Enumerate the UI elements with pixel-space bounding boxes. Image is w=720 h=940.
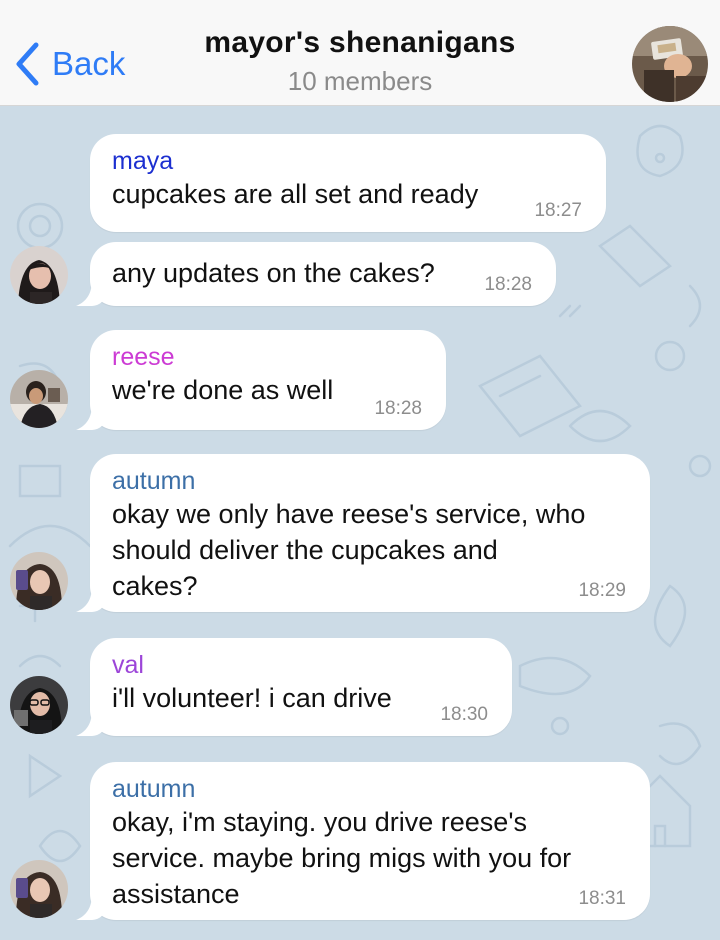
message-sender[interactable]: maya [112,146,580,176]
member-count: 10 members [287,66,433,96]
message-bubble[interactable]: reese we're done as well 18:28 [90,330,446,430]
group-avatar[interactable] [632,26,708,102]
message-sender[interactable]: autumn [112,774,624,804]
message-text: i'll volunteer! i can drive [112,683,392,713]
back-button[interactable]: Back [14,38,125,90]
chat-title: mayor's shenanigans [204,26,516,59]
message-text: any updates on the cakes? [112,258,435,288]
message-text: okay we only have reese's service, who s… [112,499,586,601]
message-bubble[interactable]: autumn okay we only have reese's service… [90,454,650,612]
nav-bar: Back mayor's shenanigans 10 members [0,0,720,106]
reese-avatar[interactable] [10,370,68,428]
message-time: 18:29 [578,580,626,601]
val-avatar[interactable] [10,676,68,734]
message-bubble[interactable]: maya cupcakes are all set and ready 18:2… [90,134,606,232]
autumn-avatar[interactable] [10,552,68,610]
message-time: 18:30 [440,704,488,725]
message-sender[interactable]: autumn [112,466,624,496]
message-bubble[interactable]: autumn okay, i'm staying. you drive rees… [90,762,650,920]
maya-avatar[interactable] [10,246,68,304]
chat-title-area[interactable]: mayor's shenanigans 10 members [140,24,580,98]
message-sender[interactable]: val [112,650,486,680]
message-text: okay, i'm staying. you drive reese's ser… [112,807,572,909]
back-label: Back [52,45,126,82]
message-sender[interactable]: reese [112,342,420,372]
message-text: cupcakes are all set and ready [112,179,479,209]
chevron-left-icon [16,42,39,86]
message-time: 18:28 [484,274,532,295]
message-time: 18:28 [374,398,422,419]
chat-area[interactable]: maya cupcakes are all set and ready 18:2… [0,106,720,940]
message-time: 18:27 [534,200,582,221]
message-bubble[interactable]: any updates on the cakes? 18:28 [90,242,556,306]
autumn-avatar[interactable] [10,860,68,918]
message-bubble[interactable]: val i'll volunteer! i can drive 18:30 [90,638,512,736]
message-time: 18:31 [578,888,626,909]
